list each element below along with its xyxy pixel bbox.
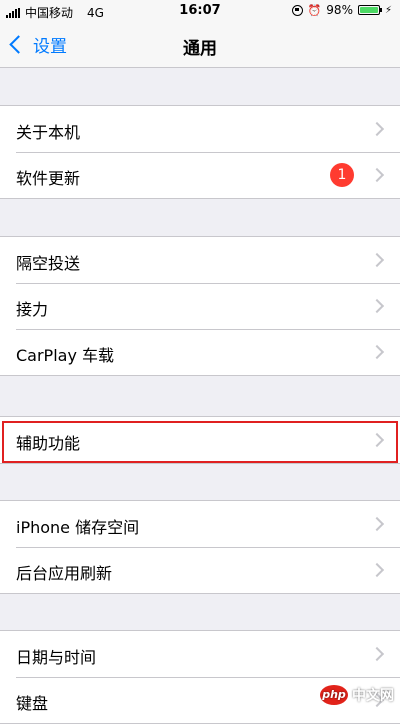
chevron-right-icon	[369, 121, 385, 137]
watermark-text: 中文网	[352, 688, 394, 704]
watermark-logo: php	[320, 685, 348, 705]
list-item-software-update[interactable]: 软件更新 1	[0, 152, 400, 198]
chevron-right-icon	[369, 167, 385, 183]
list-item-label: 日期与时间	[16, 648, 97, 667]
battery-level-fill	[359, 7, 378, 13]
page-title: 通用	[183, 39, 217, 59]
list-item-handoff[interactable]: 接力	[0, 283, 400, 329]
list-item-background-refresh[interactable]: 后台应用刷新	[0, 547, 400, 593]
list-item-accessibility[interactable]: 辅助功能	[0, 417, 400, 463]
status-bar: 中国移动 4G 16:07 ⏰ 98% ⚡	[0, 0, 400, 22]
battery-percent: 98%	[326, 3, 353, 17]
chevron-right-icon	[369, 646, 385, 662]
chevron-right-icon	[369, 252, 385, 268]
list-item-label: 隔空投送	[16, 254, 81, 273]
list-item-date-time[interactable]: 日期与时间	[0, 631, 400, 677]
chevron-right-icon	[369, 344, 385, 360]
watermark: php 中文网	[320, 685, 394, 705]
list-item-label: 辅助功能	[16, 434, 81, 453]
navigation-bar: 设置 通用	[0, 22, 400, 68]
list-item-carplay[interactable]: CarPlay 车载	[0, 329, 400, 375]
list-item-label: 软件更新	[16, 169, 81, 188]
settings-group: 辅助功能	[0, 416, 400, 464]
battery-icon	[357, 5, 382, 15]
settings-group: 日期与时间 键盘	[0, 630, 400, 724]
list-item-label: 接力	[16, 300, 49, 319]
chevron-right-icon	[369, 562, 385, 578]
list-item-iphone-storage[interactable]: iPhone 储存空间	[0, 501, 400, 547]
charging-icon: ⚡	[384, 4, 392, 16]
settings-group: 关于本机 软件更新 1	[0, 105, 400, 199]
settings-group: 隔空投送 接力 CarPlay 车载	[0, 236, 400, 376]
chevron-right-icon	[369, 298, 385, 314]
list-item-airdrop[interactable]: 隔空投送	[0, 237, 400, 283]
list-item-about[interactable]: 关于本机	[0, 106, 400, 152]
list-item-label: iPhone 储存空间	[16, 518, 140, 537]
chevron-right-icon	[369, 432, 385, 448]
list-item-label: 关于本机	[16, 123, 81, 142]
alarm-icon: ⏰	[307, 3, 322, 17]
notification-badge: 1	[330, 163, 354, 187]
rotation-lock-icon	[291, 4, 303, 16]
status-right: ⏰ 98% ⚡	[291, 3, 392, 17]
list-item-label: 后台应用刷新	[16, 564, 113, 583]
list-item-label: CarPlay 车载	[16, 346, 115, 365]
list-item-label: 键盘	[16, 694, 49, 713]
settings-group: iPhone 储存空间 后台应用刷新	[0, 500, 400, 594]
chevron-right-icon	[369, 516, 385, 532]
